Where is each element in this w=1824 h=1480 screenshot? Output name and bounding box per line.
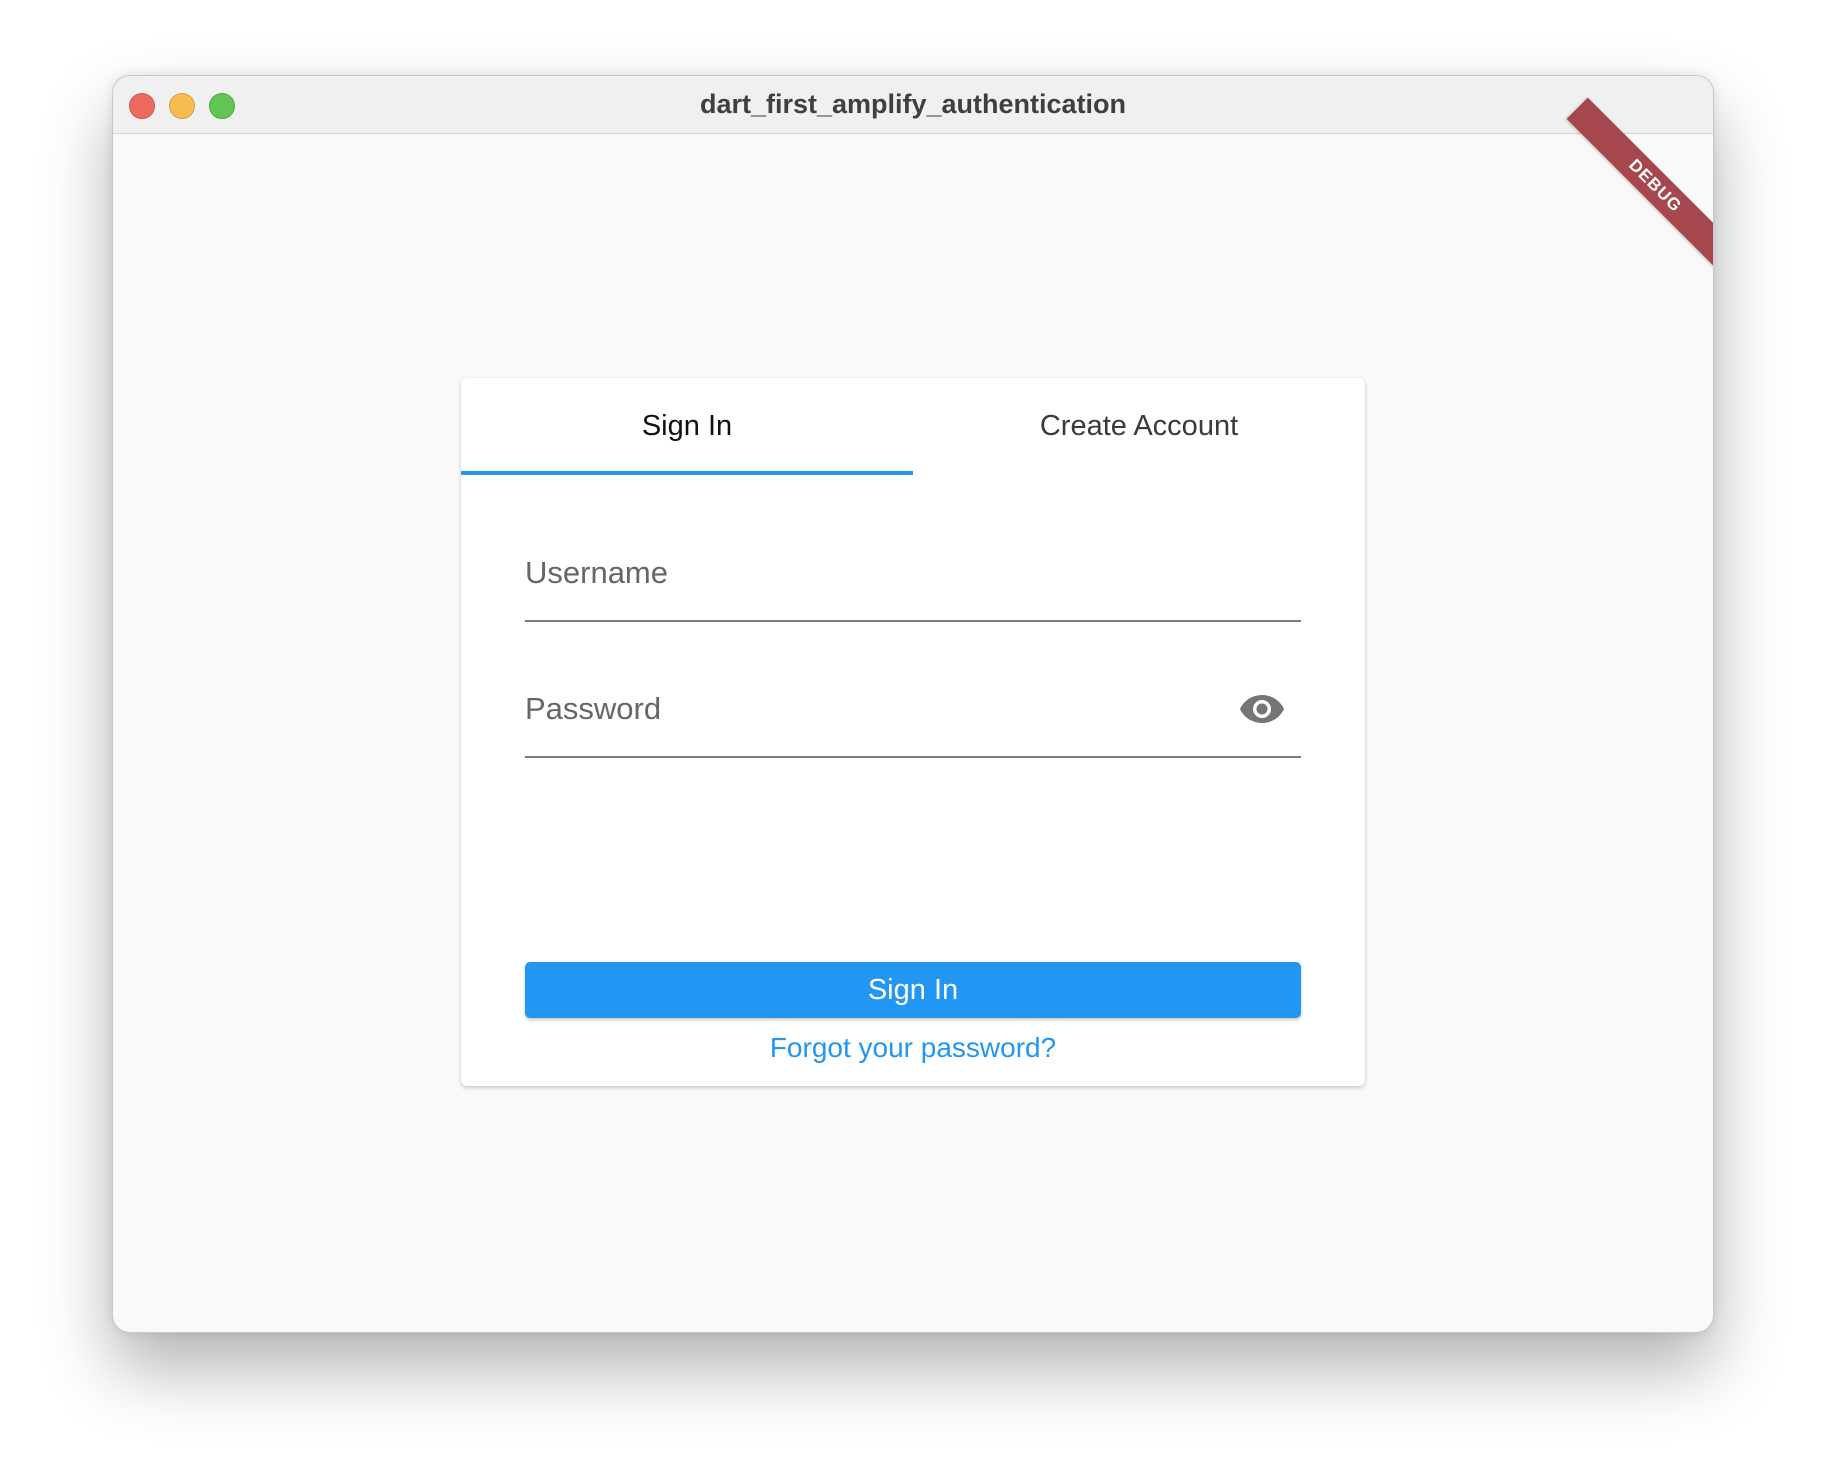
forgot-password-link[interactable]: Forgot your password? bbox=[461, 1018, 1365, 1078]
auth-tabs: Sign In Create Account bbox=[461, 378, 1365, 475]
password-input[interactable] bbox=[525, 664, 1225, 754]
sign-in-button[interactable]: Sign In bbox=[525, 962, 1301, 1018]
auth-card: Sign In Create Account Sign In Forgot yo… bbox=[461, 378, 1365, 1086]
password-field bbox=[525, 664, 1301, 758]
username-input[interactable] bbox=[525, 528, 1225, 618]
window-title: dart_first_amplify_authentication bbox=[699, 89, 1127, 119]
selected-tab-indicator bbox=[461, 471, 913, 475]
title-bar[interactable]: dart_first_amplify_authentication bbox=[113, 76, 1713, 134]
app-window: dart_first_amplify_authentication DEBUG … bbox=[112, 75, 1714, 1333]
eye-icon[interactable] bbox=[1239, 692, 1285, 726]
username-field bbox=[525, 528, 1301, 622]
tab-sign-in[interactable]: Sign In bbox=[461, 378, 913, 474]
tab-create-account[interactable]: Create Account bbox=[913, 378, 1365, 474]
